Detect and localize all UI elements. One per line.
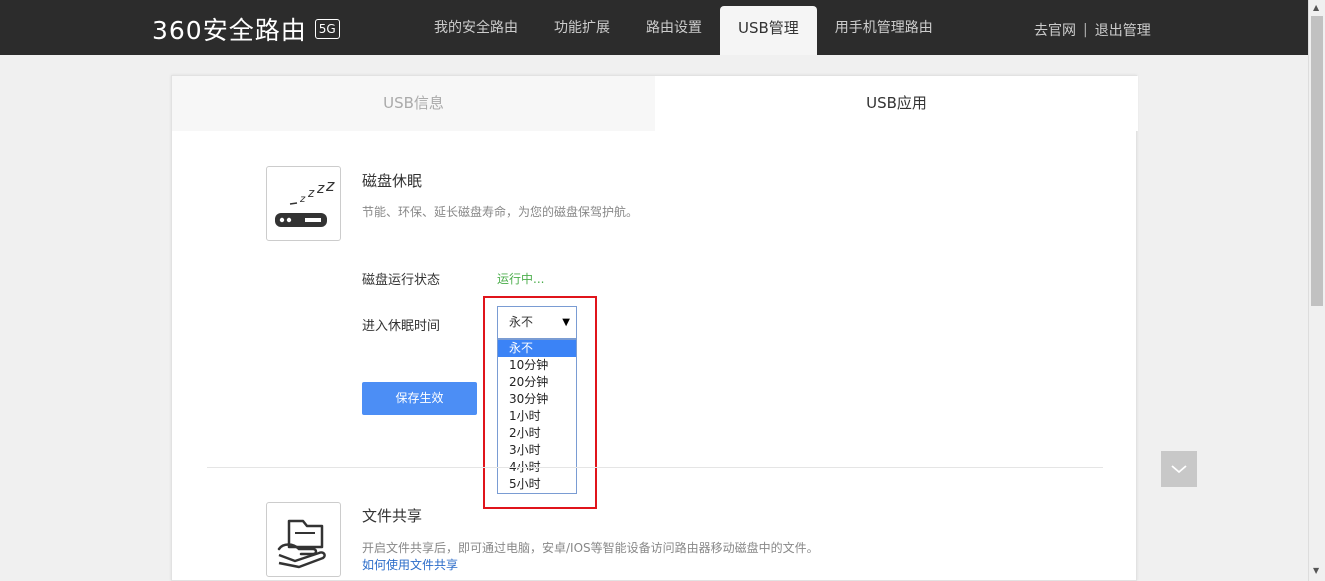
chevron-down-icon (1171, 465, 1187, 474)
page-scrollbar[interactable]: ▲ ▼ (1308, 0, 1325, 581)
brand-logo[interactable]: 360安全路由 5G (152, 15, 340, 45)
file-share-help-link[interactable]: 如何使用文件共享 (362, 556, 458, 573)
file-share-icon-box (266, 502, 341, 577)
disk-status-label: 磁盘运行状态 (362, 273, 441, 288)
link-separator: | (1083, 22, 1088, 38)
official-site-link[interactable]: 去官网 (1034, 20, 1076, 40)
disk-sleep-icon-box: z z z z (266, 166, 341, 241)
main-nav: 我的安全路由 功能扩展 路由设置 USB管理 用手机管理路由 (416, 6, 951, 55)
usb-panel: USB信息 USB应用 z z z z 磁盘休眠 节能、环保、延长磁盘寿命，为您… (171, 75, 1138, 581)
disk-sleep-title: 磁盘休眠 (362, 172, 423, 190)
tab-usb-app[interactable]: USB应用 (655, 76, 1138, 131)
logo-5g-badge: 5G (314, 19, 340, 39)
scroll-up-arrow-icon[interactable]: ▲ (1313, 3, 1319, 12)
svg-text:z: z (316, 181, 325, 197)
save-button[interactable]: 保存生效 (362, 382, 477, 415)
top-links: 去官网 | 退出管理 (1034, 20, 1151, 40)
disk-sleep-icon: z z z z (275, 176, 335, 227)
svg-text:z: z (307, 186, 315, 200)
scroll-down-arrow-icon[interactable]: ▼ (1313, 566, 1319, 575)
disk-status-value: 运行中... (497, 272, 545, 286)
logout-link[interactable]: 退出管理 (1095, 20, 1151, 40)
nav-my-router[interactable]: 我的安全路由 (416, 6, 536, 55)
nav-router-settings[interactable]: 路由设置 (628, 6, 720, 55)
svg-text:z: z (299, 194, 306, 205)
usb-tabs: USB信息 USB应用 (172, 76, 1138, 131)
file-share-title: 文件共享 (362, 507, 423, 525)
file-share-icon (277, 519, 326, 569)
section-divider (207, 467, 1103, 468)
tab-usb-info[interactable]: USB信息 (172, 76, 655, 131)
nav-usb-management[interactable]: USB管理 (720, 6, 817, 55)
file-share-description: 开启文件共享后，即可通过电脑，安卓/IOS等智能设备访问路由器移动磁盘中的文件。 (362, 541, 819, 555)
logo-text: 360安全路由 (152, 16, 307, 45)
sleep-time-label: 进入休眠时间 (362, 319, 441, 334)
scroll-thumb[interactable] (1311, 16, 1323, 306)
disk-sleep-description: 节能、环保、延长磁盘寿命，为您的磁盘保驾护航。 (362, 205, 639, 219)
top-nav-bar: 360安全路由 5G 我的安全路由 功能扩展 路由设置 USB管理 用手机管理路… (0, 0, 1308, 55)
nav-mobile-management[interactable]: 用手机管理路由 (817, 6, 951, 55)
highlight-box (483, 296, 597, 509)
svg-text:z: z (325, 176, 335, 195)
nav-extensions[interactable]: 功能扩展 (536, 6, 628, 55)
scroll-down-button[interactable] (1161, 451, 1197, 487)
